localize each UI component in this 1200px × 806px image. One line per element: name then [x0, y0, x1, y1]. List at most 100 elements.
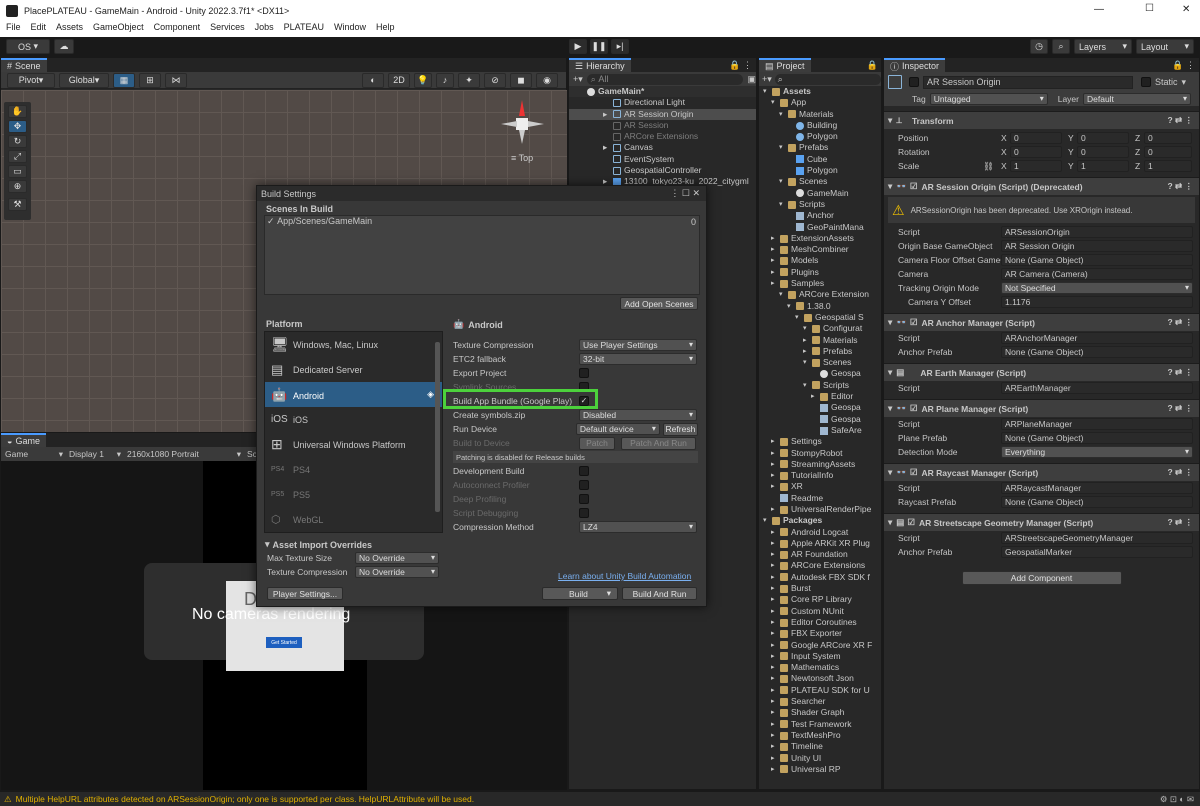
project-item[interactable]: ▸ Custom NUnit — [759, 606, 881, 617]
project-item[interactable]: ▸ Prefabs — [759, 346, 881, 357]
project-item[interactable]: ▸ MeshCombiner — [759, 244, 881, 255]
collapse-arrow-icon[interactable]: ▸ — [771, 741, 780, 752]
inspector-lock-icon[interactable]: 🔒 ⋮ — [1172, 60, 1195, 71]
project-item[interactable]: ▾ Assets — [759, 86, 881, 97]
project-item[interactable]: Polygon — [759, 131, 881, 142]
project-item[interactable]: ▾ Scenes — [759, 176, 881, 187]
add-component-button[interactable]: Add Component — [961, 571, 1122, 585]
project-item[interactable]: ▸ Google ARCore XR F — [759, 640, 881, 651]
project-item[interactable]: ▸ Shader Graph — [759, 707, 881, 718]
hierarchy-item[interactable]: ▸ Canvas — [569, 142, 756, 153]
tag-dropdown[interactable]: Untagged — [929, 93, 1048, 105]
hand-tool-icon[interactable]: ✋ — [8, 105, 27, 118]
platform-item[interactable]: ⊞ Universal Windows Platform — [265, 432, 442, 457]
expand-arrow-icon[interactable]: ▾ — [763, 86, 772, 97]
project-item[interactable]: Polygon — [759, 165, 881, 176]
project-item[interactable]: Cube — [759, 154, 881, 165]
collapse-arrow-icon[interactable]: ▸ — [771, 481, 780, 492]
platform-item-selected[interactable]: 🤖 Android ◈ — [265, 382, 442, 407]
rotation-x-field[interactable]: 0 — [1010, 146, 1062, 158]
expand-arrow-icon[interactable]: ▾ — [779, 289, 788, 300]
expand-arrow-icon[interactable]: ▾ — [779, 199, 788, 210]
project-item[interactable]: ▸ XR — [759, 481, 881, 492]
platform-item[interactable]: ▤ Dedicated Server — [265, 357, 442, 382]
gizmos-icon[interactable]: ◉ — [536, 72, 558, 88]
run-dropdown[interactable]: Default device — [575, 423, 660, 435]
project-item[interactable]: ▸ TextMeshPro — [759, 730, 881, 741]
position-z-field[interactable]: 0 — [1144, 132, 1192, 144]
project-item[interactable]: ▸ TutorialInfo — [759, 470, 881, 481]
collapse-arrow-icon[interactable]: ▸ — [771, 685, 780, 696]
component-menu-icon[interactable]: ? ⇄ ⋮ — [1167, 403, 1193, 414]
platform-item[interactable]: PS5 PS5 — [265, 482, 442, 507]
tab-hierarchy[interactable]: ☰ Hierarchy — [569, 58, 631, 72]
collapse-arrow-icon[interactable]: ▸ — [771, 560, 780, 571]
project-item[interactable]: Readme — [759, 493, 881, 504]
close-button[interactable]: ✕ — [1182, 4, 1190, 15]
street-prefab-field[interactable]: GeospatialMarker — [1001, 546, 1193, 558]
mode-2d-button[interactable]: 2D — [388, 72, 410, 88]
enabled-check-icon[interactable]: ☑ — [910, 467, 918, 478]
project-item[interactable]: ▸ Editor — [759, 391, 881, 402]
project-item[interactable]: ▸ Samples — [759, 278, 881, 289]
layer-dropdown[interactable]: Default — [1082, 93, 1191, 105]
symbols-dropdown[interactable]: Disabled — [579, 409, 697, 421]
menu-file[interactable]: File — [6, 22, 21, 37]
project-item[interactable]: ▸ FBX Exporter — [759, 628, 881, 639]
pause-button[interactable]: ❚❚ — [590, 39, 608, 54]
tracking-dropdown[interactable]: Not Specified — [1001, 282, 1193, 294]
snap-icon[interactable]: ⊞ — [139, 72, 161, 88]
hierarchy-item[interactable]: AR Session — [569, 120, 756, 131]
active-checkbox[interactable] — [909, 77, 919, 87]
tab-game[interactable]: ◒ Game — [1, 433, 46, 447]
hierarchy-search[interactable]: ⌕ All — [586, 73, 744, 85]
enabled-check-icon[interactable]: ☑ — [910, 181, 918, 192]
collapse-arrow-icon[interactable]: ▸ — [771, 730, 780, 741]
cam-y-field[interactable]: 1.1176 — [1001, 296, 1193, 308]
transform-tool-icon[interactable]: ⊕ — [8, 180, 27, 193]
project-lock-icon[interactable]: 🔒 — [867, 60, 878, 71]
position-y-field[interactable]: 0 — [1077, 132, 1129, 144]
project-item[interactable]: ▾ Scripts — [759, 380, 881, 391]
enabled-check-icon[interactable]: ☑ — [907, 517, 915, 528]
project-item[interactable]: ▸ UniversalRenderPipe — [759, 504, 881, 515]
status-bar[interactable]: ⚠ Multiple HelpURL attributes detected on… — [0, 791, 1200, 806]
project-item[interactable]: ▸ Universal RP — [759, 764, 881, 775]
component-menu-icon[interactable]: ? ⇄ ⋮ — [1167, 517, 1193, 528]
project-item[interactable]: ▾ Prefabs — [759, 142, 881, 153]
project-item[interactable]: ▾ App — [759, 97, 881, 108]
project-item[interactable]: ▸ Autodesk FBX SDK f — [759, 572, 881, 583]
project-item[interactable]: ▸ Input System — [759, 651, 881, 662]
camera-field[interactable]: AR Camera (Camera) — [1001, 268, 1193, 280]
anchor-prefab-field[interactable]: None (Game Object) — [1001, 346, 1193, 358]
project-item[interactable]: ▸ Unity UI — [759, 753, 881, 764]
project-item[interactable]: ▸ Editor Coroutines — [759, 617, 881, 628]
scale-z-field[interactable]: 1 — [1144, 160, 1192, 172]
expand-arrow-icon[interactable]: ▾ — [779, 142, 788, 153]
collapse-arrow-icon[interactable]: ▸ — [771, 278, 780, 289]
position-x-field[interactable]: 0 — [1010, 132, 1062, 144]
hierarchy-filter-icon[interactable]: ▣ — [747, 74, 756, 85]
custom-tool-icon[interactable]: ⚒ — [8, 198, 27, 211]
menu-gameobject[interactable]: GameObject — [93, 22, 144, 37]
project-item[interactable]: ▸ Searcher — [759, 696, 881, 707]
move-tool-icon[interactable]: ✥ — [8, 120, 27, 133]
raycast-header[interactable]: ▾ 👓 ☑ AR Raycast Manager (Script) ? ⇄ ⋮ — [884, 463, 1199, 481]
platform-item[interactable]: iOS iOS — [265, 407, 442, 432]
platform-scrollbar[interactable] — [435, 342, 440, 512]
project-item[interactable]: ▸ Burst — [759, 583, 881, 594]
component-menu-icon[interactable]: ? ⇄ ⋮ — [1167, 317, 1193, 328]
project-item[interactable]: SafeAre — [759, 425, 881, 436]
add-open-scenes-button[interactable]: Add Open Scenes — [620, 297, 698, 310]
dialog-controls-icon[interactable]: ⋮ ☐ ✕ — [670, 188, 700, 199]
scene-check-icon[interactable]: ✓ — [267, 216, 275, 226]
tex2-dropdown[interactable]: No Override — [355, 566, 439, 578]
component-menu-icon[interactable]: ? ⇄ ⋮ — [1167, 181, 1193, 192]
layers-dropdown[interactable]: Layers ▾ — [1074, 39, 1132, 54]
project-item[interactable]: ▾ Packages — [759, 515, 881, 526]
transform-header[interactable]: ▾ ⟂ Transform ? ⇄ ⋮ — [884, 111, 1199, 129]
project-item[interactable]: ▸ Plugins — [759, 267, 881, 278]
project-item[interactable]: ▸ Core RP Library — [759, 594, 881, 605]
project-item[interactable]: ▾ 1.38.0 — [759, 301, 881, 312]
menu-component[interactable]: Component — [154, 22, 201, 37]
